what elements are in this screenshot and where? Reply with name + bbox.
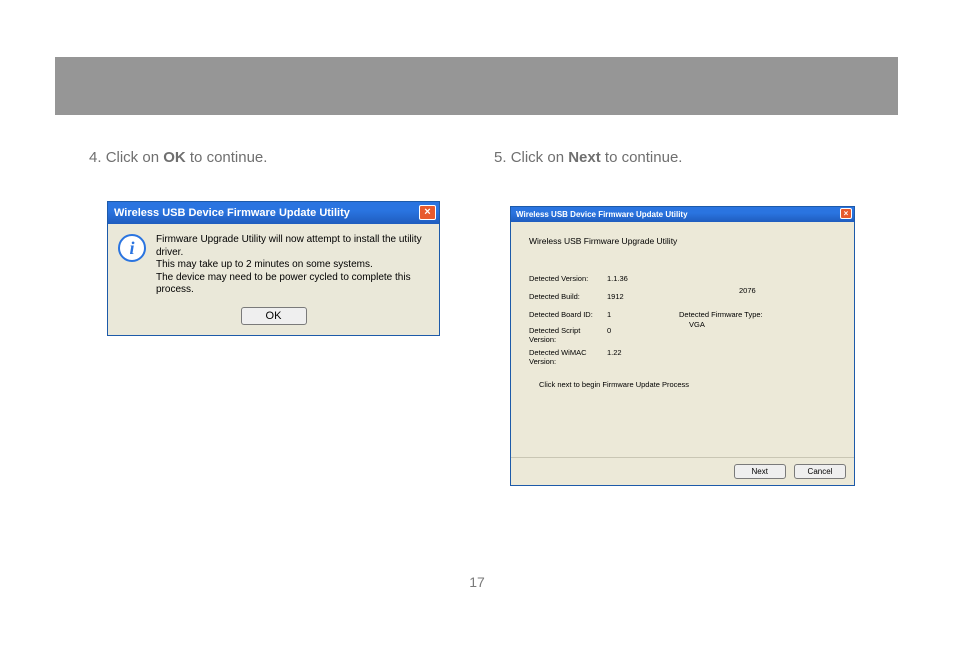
page-number: 17 [0, 574, 954, 590]
step-text-pre: Click on [511, 149, 569, 166]
content-heading: Wireless USB Firmware Upgrade Utility [529, 236, 840, 246]
dialog-firmware-update: Wireless USB Device Firmware Update Util… [510, 206, 855, 486]
close-icon[interactable]: × [419, 205, 436, 220]
info-icon: i [118, 234, 146, 262]
detected-wimac-version-label: Detected WiMAC Version: [529, 348, 594, 366]
detected-firmware-type-value: VGA [689, 320, 705, 329]
detected-board-id-label: Detected Board ID: [529, 310, 593, 319]
detected-script-version-value: 0 [607, 326, 611, 335]
detected-script-version-label: Detected Script Version: [529, 326, 589, 344]
step-text-post: to continue. [601, 149, 683, 166]
ok-button[interactable]: OK [241, 307, 307, 325]
msg-line: Firmware Upgrade Utility will now attemp… [156, 234, 429, 259]
titlebar[interactable]: Wireless USB Device Firmware Update Util… [511, 207, 854, 222]
dialog-firmware-ok: Wireless USB Device Firmware Update Util… [107, 201, 440, 336]
window-title: Wireless USB Device Firmware Update Util… [114, 207, 350, 219]
next-button[interactable]: Next [734, 464, 786, 479]
close-icon[interactable]: × [840, 208, 852, 219]
instruction-step-5: 5. Click on Next to continue. [494, 149, 682, 166]
hint-text: Click next to begin Firmware Update Proc… [529, 380, 840, 389]
dialog-content: Wireless USB Firmware Upgrade Utility De… [511, 222, 854, 457]
detected-build-label: Detected Build: [529, 292, 580, 301]
button-row: OK [108, 303, 439, 335]
step-num: 5. [494, 149, 507, 166]
detected-version-label: Detected Version: [529, 274, 588, 283]
detected-board-id-value: 1 [607, 310, 611, 319]
step-text-pre: Click on [106, 149, 164, 166]
detected-wimac-version-value: 1.22 [607, 348, 622, 357]
step-bold: OK [163, 149, 186, 166]
msg-line: The device may need to be power cycled t… [156, 272, 429, 297]
detected-version-value: 1.1.36 [607, 274, 628, 283]
window-title: Wireless USB Device Firmware Update Util… [516, 210, 688, 219]
step-bold: Next [568, 149, 601, 166]
step-num: 4. [89, 149, 102, 166]
detected-build-value: 1912 [607, 292, 624, 301]
titlebar[interactable]: Wireless USB Device Firmware Update Util… [108, 202, 439, 224]
instruction-step-4: 4. Click on OK to continue. [89, 149, 267, 166]
detected-firmware-type-label: Detected Firmware Type: [679, 310, 763, 319]
step-text-post: to continue. [186, 149, 268, 166]
msg-line: This may take up to 2 minutes on some sy… [156, 259, 429, 272]
extra-number: 2076 [739, 286, 756, 295]
cancel-button[interactable]: Cancel [794, 464, 846, 479]
dialog-body: i Firmware Upgrade Utility will now atte… [108, 224, 439, 303]
dialog-message: Firmware Upgrade Utility will now attemp… [156, 234, 429, 297]
button-bar: Next Cancel [511, 457, 854, 485]
header-bar [55, 57, 898, 115]
details-area: Detected Version: 1.1.36 Detected Build:… [529, 274, 840, 374]
